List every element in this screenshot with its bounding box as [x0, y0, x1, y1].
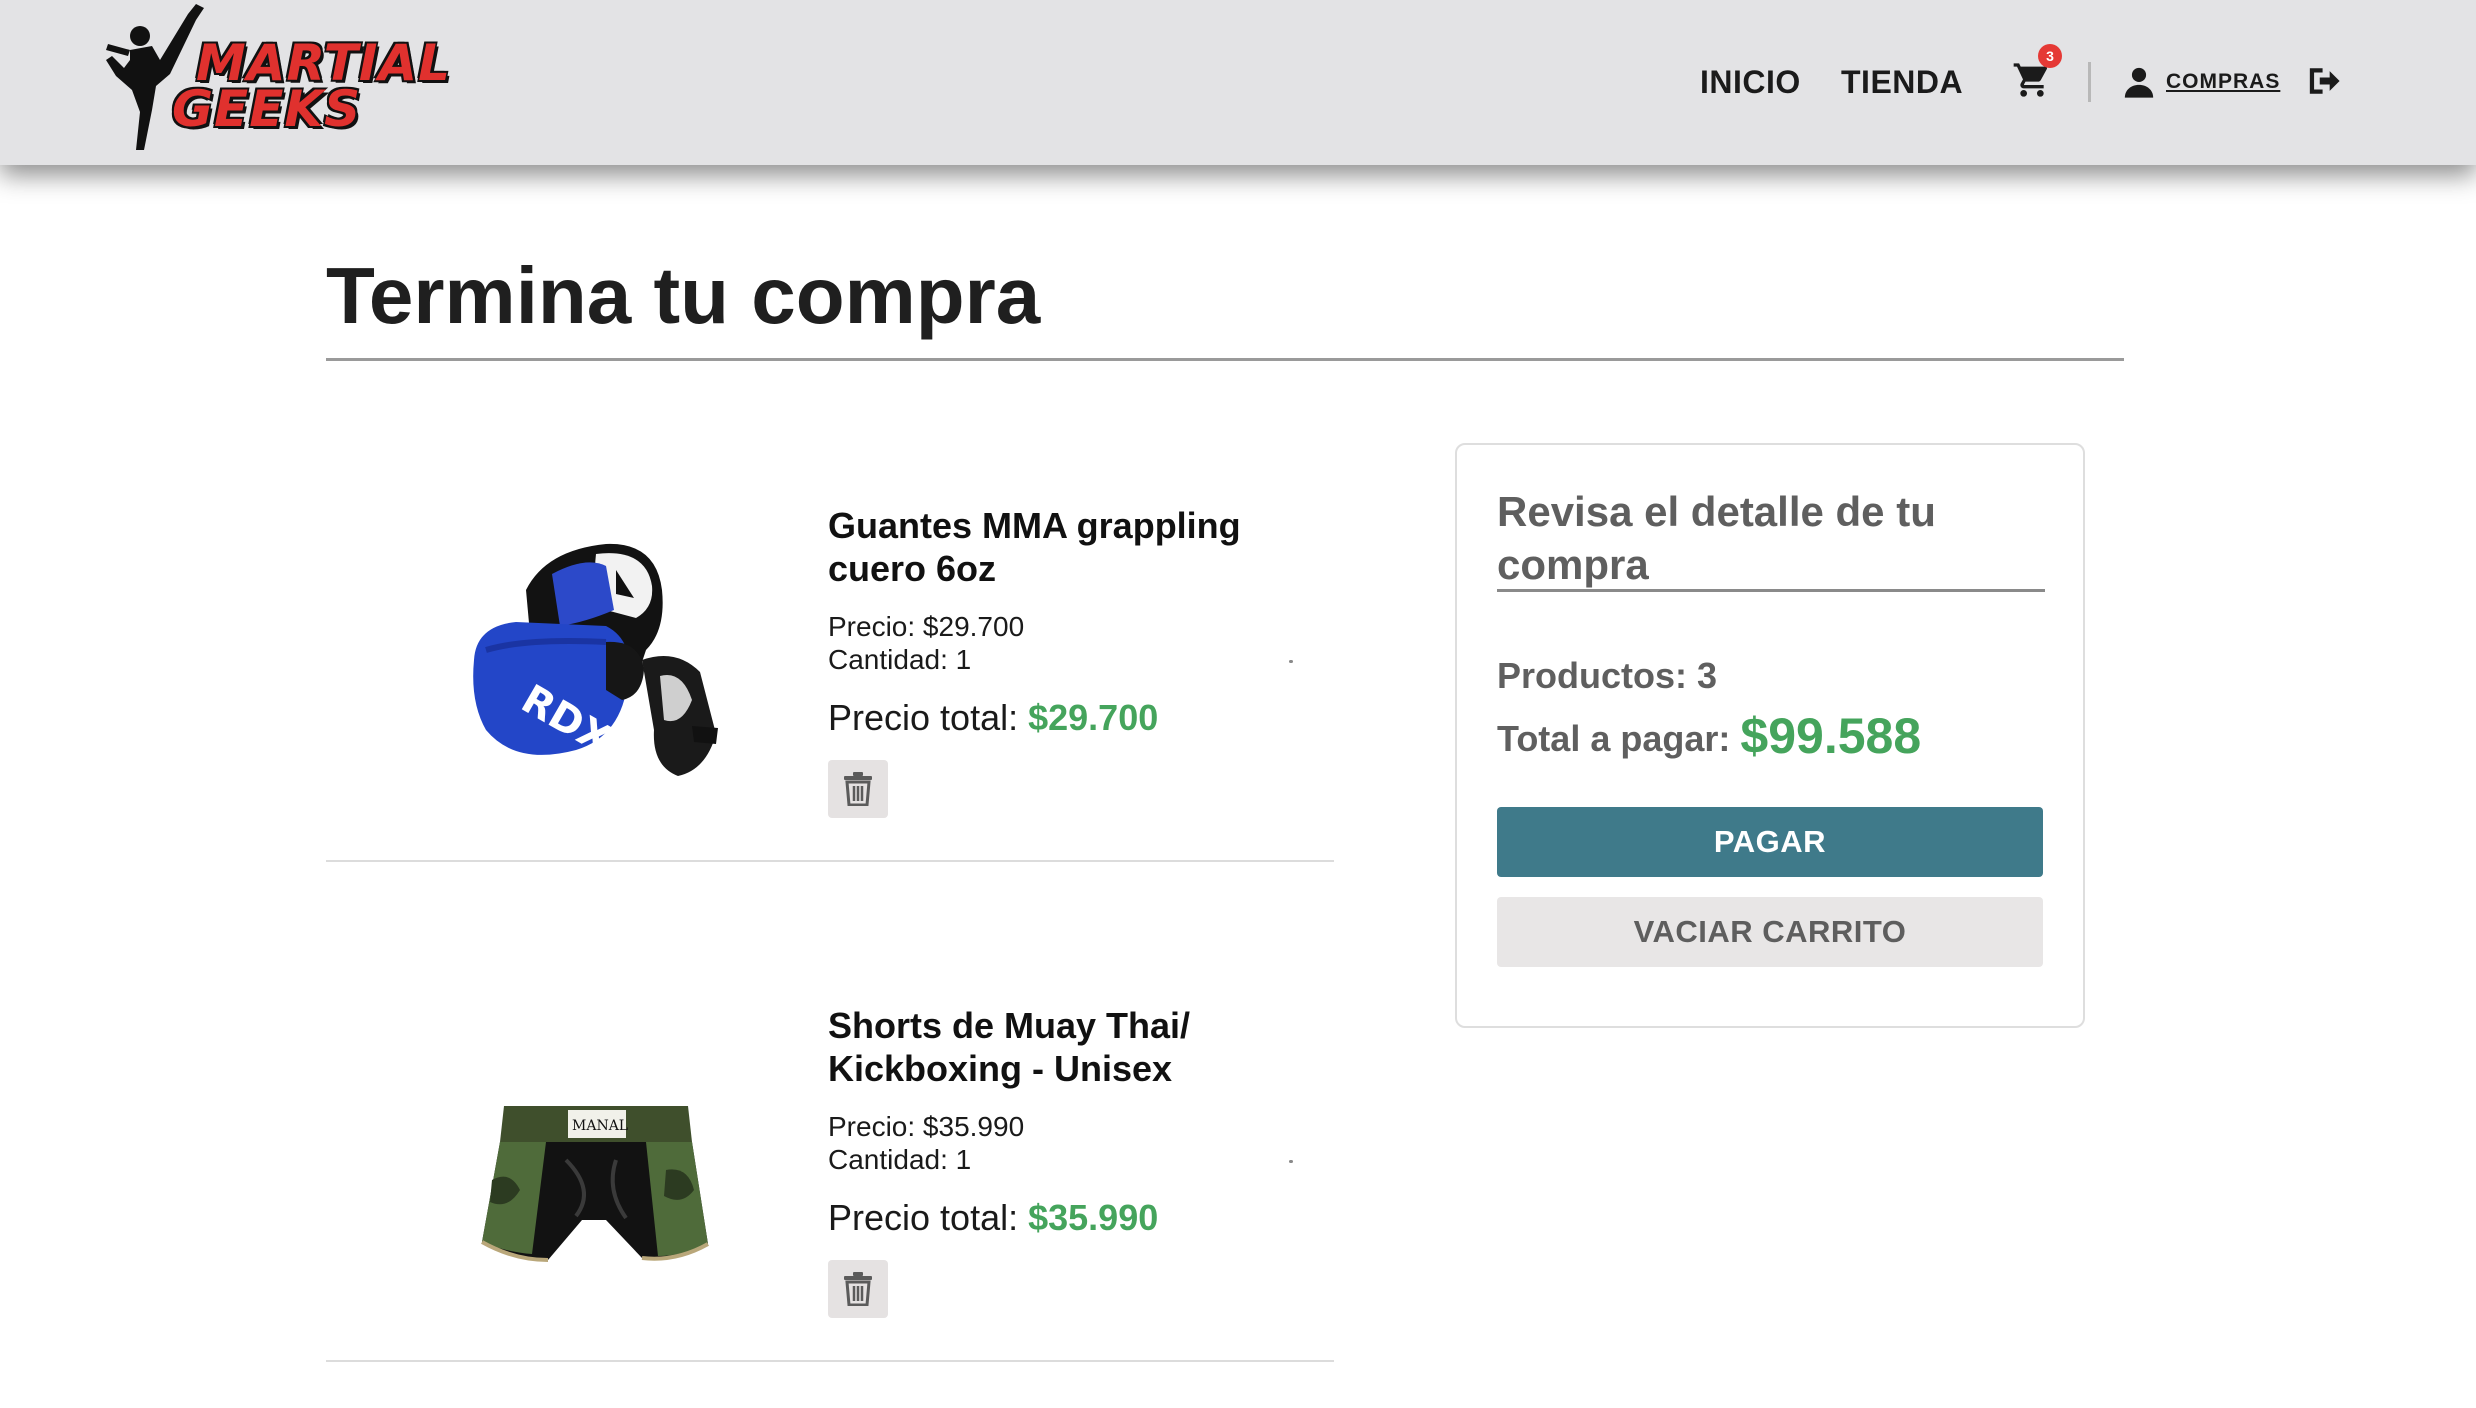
summary-divider — [1497, 589, 2045, 592]
title-divider — [326, 358, 2124, 361]
nav-link-inicio[interactable]: INICIO — [1700, 64, 1801, 101]
product-price: Precio: $35.990 — [828, 1111, 1025, 1142]
summary-total: Total a pagar: $99.588 — [1497, 707, 1921, 765]
product-total-amount: $29.700 — [1028, 697, 1159, 738]
summary-total-label: Total a pagar: — [1497, 718, 1731, 759]
summary-total-amount: $99.588 — [1740, 708, 1922, 764]
trash-icon — [844, 772, 872, 806]
cart-item: MANAL Shorts de Muay Thai/ Kickboxing - … — [326, 970, 1334, 1362]
empty-cart-button[interactable]: VACIAR CARRITO — [1497, 897, 2043, 967]
navbar: MARTIAL GEEKS INICIO TIENDA 3 COMPRAS — [0, 0, 2476, 165]
muay-thai-shorts-image: MANAL — [456, 1030, 736, 1290]
product-name: Shorts de Muay Thai/ Kickboxing - Unisex — [828, 1005, 1191, 1089]
product-total-label: Precio total: — [828, 697, 1019, 738]
product-price: Precio: $29.700 — [828, 611, 1025, 642]
cart-count-badge: 3 — [2038, 44, 2062, 68]
item-divider — [326, 1360, 1334, 1362]
product-quantity: Cantidad: 1 — [828, 644, 972, 675]
cart-item-info: Shorts de Muay Thai/ Kickboxing - Unisex… — [828, 1004, 1308, 1318]
product-total: Precio total: $35.990 — [828, 1196, 1308, 1240]
product-total: Precio total: $29.700 — [828, 696, 1308, 740]
cart-item: RDX Guantes MMA grappling cuero 6oz Prec… — [326, 470, 1334, 862]
item-divider — [326, 860, 1334, 862]
nav-link-tienda[interactable]: TIENDA — [1841, 64, 1963, 101]
product-quantity: Cantidad: 1 — [828, 1144, 972, 1175]
product-name: Guantes MMA grappling cuero 6oz — [828, 505, 1241, 589]
nav-divider — [2088, 62, 2091, 102]
brand-line-2: GEEKS — [172, 80, 362, 138]
user-icon — [2122, 64, 2156, 100]
decorative-dot — [1289, 660, 1293, 663]
svg-text:MANAL: MANAL — [572, 1118, 628, 1134]
logout-icon[interactable] — [2306, 64, 2342, 98]
summary-title: Revisa el detalle de tu compra — [1497, 488, 1936, 588]
pay-button[interactable]: PAGAR — [1497, 807, 2043, 877]
product-total-label: Precio total: — [828, 1197, 1019, 1238]
mma-gloves-image: RDX — [456, 530, 736, 790]
summary-products-count: Productos: 3 — [1497, 655, 1718, 696]
remove-item-button[interactable] — [828, 1260, 888, 1318]
cart-item-info: Guantes MMA grappling cuero 6oz Precio: … — [828, 504, 1308, 818]
decorative-dot — [1289, 1160, 1293, 1163]
nav-link-compras[interactable]: COMPRAS — [2166, 70, 2280, 94]
trash-icon — [844, 1272, 872, 1306]
brand-logo[interactable]: MARTIAL GEEKS — [100, 0, 460, 160]
page-title: Termina tu compra — [326, 251, 1041, 340]
order-summary-card: Revisa el detalle de tu compra Productos… — [1455, 443, 2085, 1028]
product-total-amount: $35.990 — [1028, 1197, 1159, 1238]
remove-item-button[interactable] — [828, 760, 888, 818]
